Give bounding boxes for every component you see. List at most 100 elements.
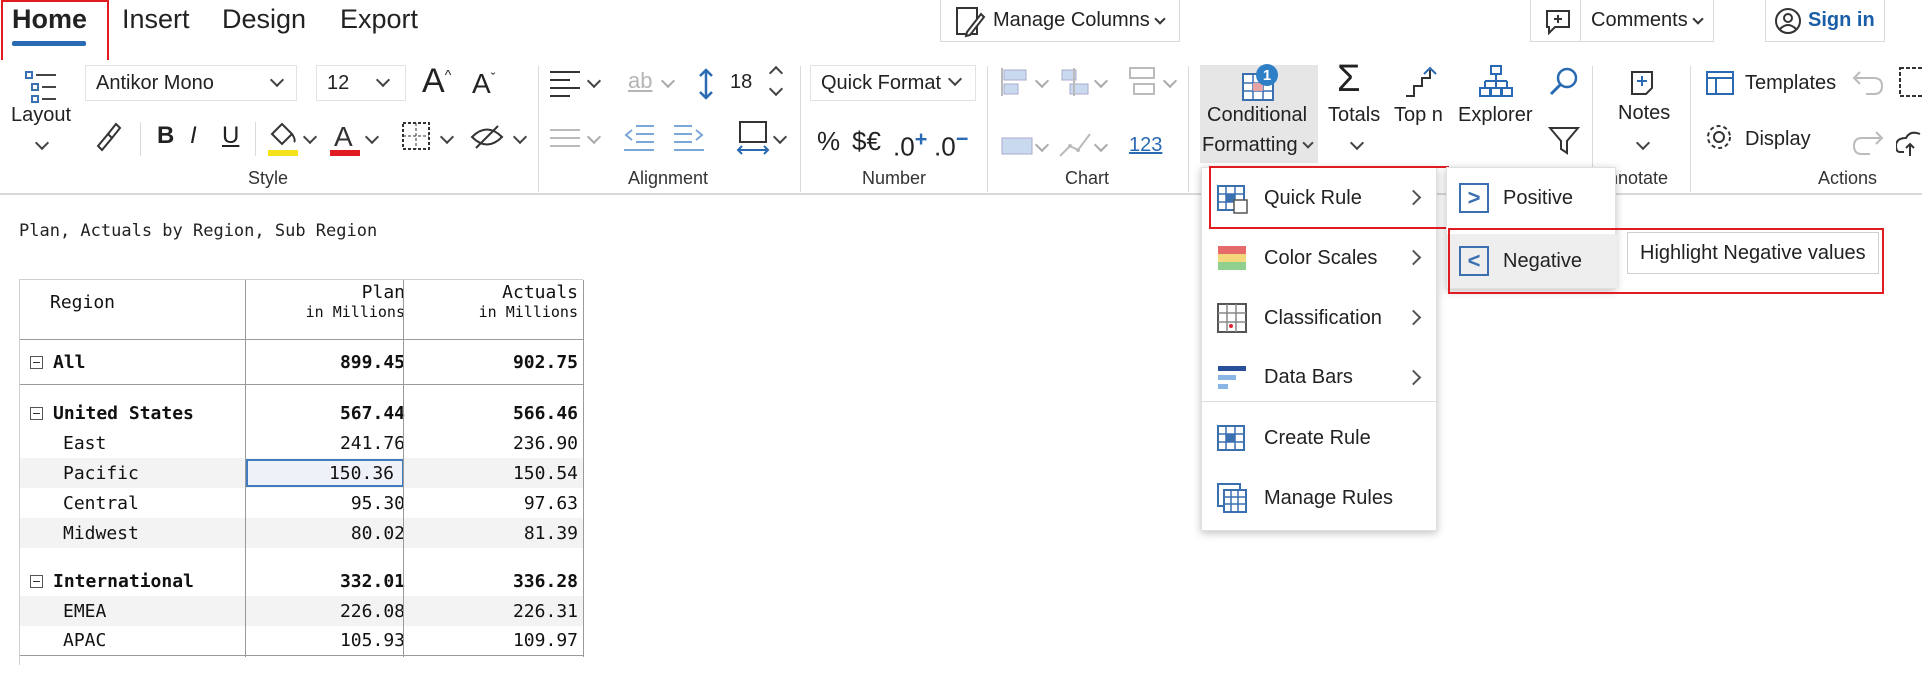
format-painter-icon[interactable] [92,120,124,152]
sparkline-icon[interactable] [1058,130,1092,160]
explorer-label[interactable]: Explorer [1458,104,1532,127]
decrease-decimal-button[interactable]: .0− [934,126,968,163]
top-n-label[interactable]: Top n [1394,104,1443,127]
underline-button[interactable]: U [222,122,239,150]
chevron-down-icon[interactable] [1093,73,1109,89]
collapse-icon[interactable] [30,574,43,588]
tab-export[interactable]: Export [340,4,418,35]
templates-icon[interactable] [1704,66,1736,98]
plan-cell[interactable]: 95.30 [246,488,413,518]
currency-button[interactable]: $€ [852,126,881,157]
top-n-icon[interactable] [1404,66,1438,100]
decrease-indent-icon[interactable] [622,122,656,154]
region-header[interactable]: Region [50,292,115,313]
chevron-down-icon[interactable] [1093,137,1109,153]
manage-columns-button[interactable]: Manage Columns [940,0,1180,42]
menu-item-classification[interactable]: Classification [1202,294,1438,342]
table-row[interactable]: APAC 105.93 109.97 [20,626,584,656]
hide-icon[interactable] [470,122,504,152]
table-row[interactable]: Midwest 80.02 81.39 [20,518,584,548]
table-row[interactable]: International 332.01 336.28 [20,566,584,596]
chevron-down-icon[interactable] [772,129,788,145]
actuals-header[interactable]: Actuals in Millions [404,282,584,321]
line-height-value[interactable]: 18 [730,71,752,94]
actuals-cell[interactable]: 336.28 [404,566,584,596]
actuals-cell[interactable]: 109.97 [404,626,584,655]
chevron-down-icon[interactable] [34,135,50,151]
layout-label[interactable]: Layout [11,104,71,127]
layout-icon[interactable] [24,70,60,104]
chart-123-button[interactable]: 123 [1129,134,1162,157]
increase-indent-icon[interactable] [672,122,706,154]
chevron-down-icon[interactable] [302,129,318,145]
bold-button[interactable]: B [157,122,174,150]
table-row[interactable]: United States 567.44 566.46 [20,398,584,428]
table-row[interactable]: EMEA 226.08 226.31 [20,596,584,626]
plan-cell[interactable]: 105.93 [246,626,413,655]
bar-chart-icon[interactable] [1000,66,1034,98]
plan-cell[interactable]: 567.44 [246,398,413,428]
actuals-cell[interactable]: 150.54 [404,458,584,488]
chevron-down-icon[interactable] [586,129,602,145]
table-row[interactable]: Central 95.30 97.63 [20,488,584,518]
filter-icon[interactable] [1548,124,1580,156]
percent-button[interactable]: % [817,126,840,157]
menu-item-data-bars[interactable]: Data Bars [1202,354,1438,402]
chevron-down-icon[interactable] [364,129,380,145]
wrap-text-icon[interactable]: ab [628,68,652,94]
actuals-cell[interactable]: 902.75 [404,341,584,384]
selected-plan-cell[interactable]: 150.36 [246,459,404,487]
gear-icon[interactable] [1704,122,1734,152]
plan-cell[interactable]: 80.02 [246,518,413,548]
chevron-down-icon[interactable] [439,129,455,145]
chevron-down-icon[interactable] [1635,135,1651,151]
search-icon[interactable] [1548,66,1580,98]
increase-decimal-button[interactable]: .0+ [893,126,927,163]
vertical-align-icon[interactable] [548,126,582,152]
font-family-select[interactable]: Antikor Mono [85,65,297,101]
chevron-down-icon[interactable] [660,73,676,89]
font-color-icon[interactable]: A [328,118,362,158]
menu-item-negative[interactable]: < Negative [1447,234,1617,288]
actuals-cell[interactable]: 566.46 [404,398,584,428]
menu-item-manage-rules[interactable]: Manage Rules [1202,474,1438,522]
menu-item-positive[interactable]: > Positive [1447,174,1617,222]
notes-label[interactable]: Notes [1618,102,1670,125]
chevron-up-icon[interactable] [768,65,784,81]
horizontal-align-icon[interactable] [548,68,582,98]
collapse-icon[interactable] [30,356,43,369]
table-chart-icon[interactable] [1000,134,1034,158]
sigma-icon[interactable]: Σ [1337,58,1361,101]
collapse-icon[interactable] [30,406,43,420]
menu-item-color-scales[interactable]: Color Scales [1202,234,1438,282]
table-row[interactable]: East 241.76 236.90 [20,428,584,458]
notes-icon[interactable] [1626,66,1658,98]
borders-icon[interactable] [400,120,432,152]
chevron-down-icon[interactable] [1034,137,1050,153]
chevron-down-icon[interactable] [512,129,528,145]
actuals-cell[interactable]: 236.90 [404,428,584,458]
tab-insert[interactable]: Insert [122,4,190,35]
chevron-down-icon[interactable] [1034,73,1050,89]
chevron-down-icon[interactable] [768,81,784,97]
sign-in-button[interactable]: Sign in [1765,0,1885,42]
chevron-down-icon[interactable] [1162,73,1178,89]
fill-color-icon[interactable] [266,118,300,158]
table-row[interactable]: All 899.45 902.75 [20,341,584,385]
plan-cell[interactable]: 899.45 [246,341,413,384]
plan-cell[interactable]: 241.76 [246,428,413,458]
upload-icon[interactable] [1896,128,1922,158]
increase-font-size-icon[interactable]: A^ [422,62,451,101]
plan-cell[interactable]: 226.08 [246,596,413,626]
actuals-cell[interactable]: 226.31 [404,596,584,626]
actuals-cell[interactable]: 81.39 [404,518,584,548]
tab-design[interactable]: Design [222,4,306,35]
totals-label[interactable]: Totals [1328,104,1380,127]
explorer-icon[interactable] [1478,64,1514,100]
column-width-icon[interactable] [736,120,770,156]
tab-home[interactable]: Home [12,4,87,35]
italic-button[interactable]: I [190,122,197,150]
plan-header[interactable]: Plan in Millions [246,282,413,321]
font-size-select[interactable]: 12 [316,65,406,101]
display-label[interactable]: Display [1745,128,1811,151]
